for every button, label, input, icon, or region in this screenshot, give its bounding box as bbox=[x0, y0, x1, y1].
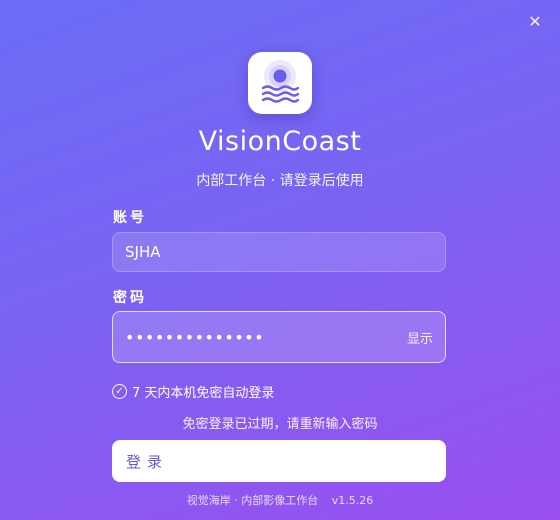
password-input[interactable]: •••••••••••••• 显示 bbox=[112, 311, 446, 363]
account-input[interactable]: SJHA bbox=[112, 232, 446, 272]
login-window: ✕ VisionCoast 内部工作台 · 请登录后使用 账号 SJHA 密码 … bbox=[0, 0, 560, 520]
version-label: v1.5.26 bbox=[331, 494, 374, 507]
footer-text: 视觉海岸 · 内部影像工作台 bbox=[186, 494, 319, 507]
password-label: 密码 bbox=[113, 290, 147, 306]
close-button[interactable]: ✕ bbox=[524, 10, 546, 32]
error-message: 免密登录已过期，请重新输入密码 bbox=[182, 417, 378, 432]
login-button[interactable]: 登录 bbox=[112, 440, 446, 482]
login-button-label[interactable]: 登录 bbox=[126, 451, 168, 472]
remember-login-checkbox[interactable]: ✓ 7 天内本机免密自动登录 bbox=[112, 382, 274, 401]
remember-login-label[interactable]: 7 天内本机免密自动登录 bbox=[132, 382, 274, 401]
checkbox-checked-icon[interactable]: ✓ bbox=[112, 384, 127, 399]
footer: 视觉海岸 · 内部影像工作台 v1.5.26 bbox=[0, 492, 560, 508]
sun-over-waves-icon bbox=[261, 60, 300, 103]
password-value[interactable]: •••••••••••••• bbox=[125, 328, 264, 347]
app-logo bbox=[248, 52, 312, 114]
account-label: 账号 bbox=[113, 210, 147, 226]
account-value[interactable]: SJHA bbox=[125, 243, 161, 261]
app-name: VisionCoast bbox=[198, 126, 362, 157]
close-icon[interactable]: ✕ bbox=[528, 12, 541, 31]
app-subtitle: 内部工作台 · 请登录后使用 bbox=[196, 173, 364, 189]
show-password-button[interactable]: 显示 bbox=[407, 328, 433, 347]
